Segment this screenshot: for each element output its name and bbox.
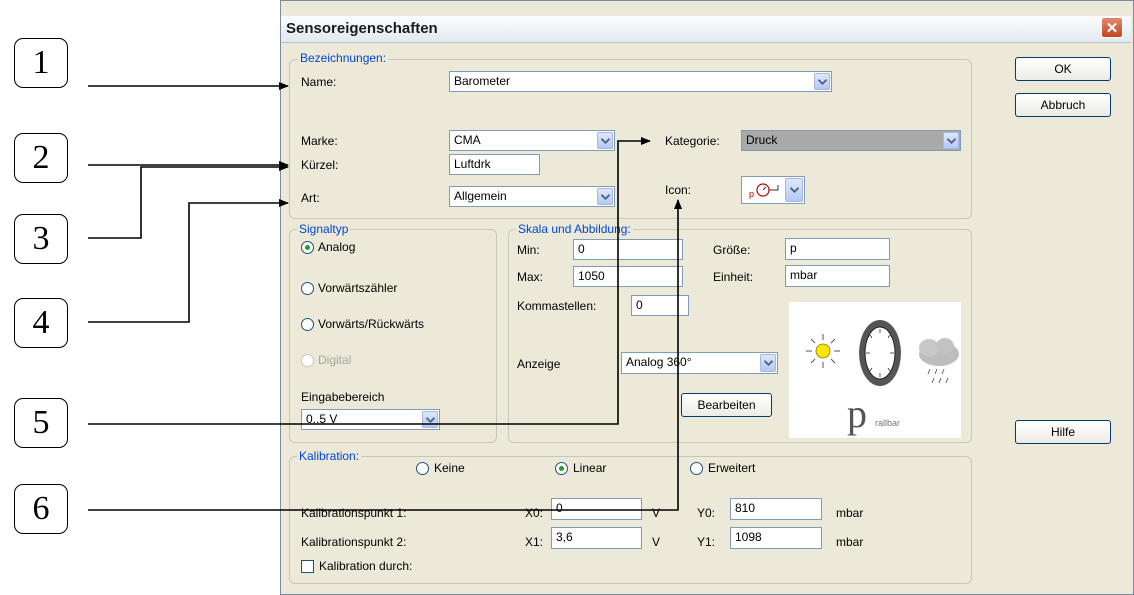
annotation-arrows xyxy=(88,82,682,511)
arrow-5 xyxy=(88,137,651,425)
arrow-6 xyxy=(88,199,682,511)
arrow-4 xyxy=(88,199,289,323)
